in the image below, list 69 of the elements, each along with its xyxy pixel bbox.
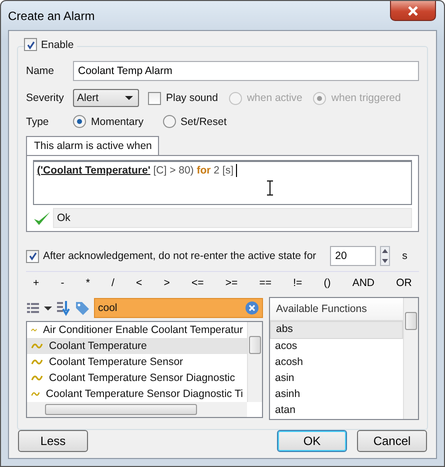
wave-icon	[31, 342, 43, 350]
dialog-button[interactable]: OK	[277, 430, 347, 452]
operator-button[interactable]: <=	[190, 275, 205, 291]
operator-button[interactable]: ==	[258, 275, 272, 291]
operator-button[interactable]: /	[110, 275, 116, 291]
enable-label: Enable	[41, 38, 74, 50]
rearm-checkbox[interactable]	[26, 250, 39, 262]
window-title: Create an Alarm	[8, 8, 95, 22]
operator-button[interactable]: +	[32, 275, 40, 291]
operator-button[interactable]: ()	[322, 275, 332, 291]
function-item[interactable]: asinh	[270, 387, 403, 403]
sort-icon[interactable]	[56, 300, 70, 316]
type-radio[interactable]	[73, 115, 86, 128]
close-button[interactable]	[390, 1, 436, 21]
function-item[interactable]: asin	[270, 371, 403, 387]
operator-button[interactable]: AND	[351, 275, 376, 291]
function-item[interactable]: acosh	[270, 355, 403, 371]
type-label: Type	[26, 116, 50, 128]
operator-button[interactable]: <	[135, 275, 144, 291]
play-sound-checkbox[interactable]	[148, 92, 161, 104]
type-radio[interactable]	[162, 115, 176, 128]
sound-option-label: when triggered	[331, 92, 401, 104]
operator-button[interactable]: !=	[292, 275, 304, 291]
function-item[interactable]: acos	[270, 339, 403, 355]
operator-button[interactable]: -	[60, 275, 66, 291]
wave-icon	[31, 326, 37, 334]
operator-button[interactable]: *	[84, 275, 91, 291]
dialog-button[interactable]: Cancel	[357, 430, 427, 452]
vertical-scrollbar[interactable]	[403, 298, 418, 419]
enable-checkbox[interactable]	[24, 38, 37, 51]
spinner-icon[interactable]	[380, 246, 390, 266]
severity-dropdown[interactable]: Alert	[73, 89, 139, 107]
horizontal-scrollbar[interactable]	[27, 402, 247, 417]
operator-button[interactable]: >	[162, 275, 171, 291]
wave-icon	[31, 374, 43, 382]
operator-button[interactable]: >=	[224, 275, 239, 291]
sound-option-label: when active	[246, 92, 302, 104]
wave-icon	[31, 358, 43, 366]
clear-icon[interactable]	[245, 301, 259, 315]
dropdown-arrow-icon[interactable]	[44, 306, 52, 310]
rearm-label: After acknowledgement, do not re-enter the active state for	[43, 250, 316, 262]
type-option-label: Momentary	[91, 116, 144, 128]
duration-field[interactable]: 20	[330, 246, 376, 266]
play-sound-label: Play sound	[166, 92, 218, 104]
dropdown-arrow-icon	[125, 96, 133, 100]
signal-item[interactable]: Coolant Temperature Sensor Diagnostic	[27, 370, 247, 386]
signal-item[interactable]: Coolant Temperature Sensor Diagnostic Ti	[27, 386, 247, 402]
wave-icon	[31, 390, 40, 398]
name-label: Name	[26, 65, 56, 77]
text-cursor-icon	[266, 180, 274, 196]
expression-editor[interactable]: ('Coolant Temperature' [C] > 80) for 2 [s]	[33, 160, 412, 205]
search-field[interactable]: cool	[94, 298, 263, 318]
signal-item[interactable]: Coolant Temperature	[27, 338, 247, 354]
tag-icon[interactable]	[74, 300, 90, 316]
vertical-scrollbar[interactable]	[247, 322, 262, 402]
severity-label: Severity	[26, 92, 65, 104]
function-item[interactable]: atan	[270, 403, 403, 419]
operator-button[interactable]: OR	[395, 275, 413, 291]
type-option-label: Set/Reset	[180, 116, 227, 128]
signal-item[interactable]: Coolant Temperature Sensor	[27, 354, 247, 370]
name-field[interactable]: Coolant Temp Alarm	[73, 61, 419, 81]
close-icon	[407, 6, 419, 16]
list-view-icon[interactable]	[26, 301, 40, 315]
unit-label: s	[402, 250, 408, 262]
condition-tab[interactable]: This alarm is active when	[26, 136, 159, 155]
dialog-button[interactable]: Less	[18, 430, 88, 452]
function-item[interactable]: abs	[270, 321, 403, 339]
validation-message: Ok	[53, 208, 412, 228]
signal-item[interactable]: Air Conditioner Enable Coolant Temperatur	[27, 322, 247, 338]
